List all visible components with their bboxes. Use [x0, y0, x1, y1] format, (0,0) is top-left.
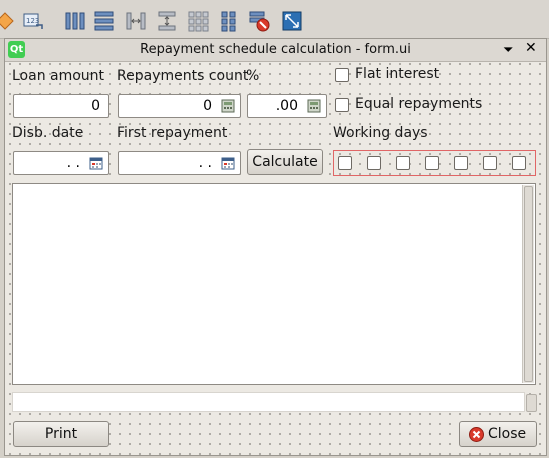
flat-interest-checkbox[interactable] [335, 68, 349, 82]
schedule-text-area[interactable] [12, 183, 536, 385]
window-menu-button[interactable]: ⏷ [504, 43, 513, 57]
layout-horizontal-splitter-icon[interactable] [125, 10, 147, 32]
working-day-checkbox[interactable] [338, 156, 352, 170]
percent-label: % [246, 68, 260, 84]
close-button[interactable]: Close [459, 421, 537, 447]
working-day-checkbox[interactable] [483, 156, 497, 170]
window-close-button[interactable]: ✕ [525, 40, 537, 56]
working-day-checkbox[interactable] [367, 156, 381, 170]
window-title: Repayment schedule calculation - form.ui [140, 42, 411, 57]
loan-amount-input[interactable]: 0 [13, 94, 109, 118]
first-repayment-label: First repayment [117, 125, 228, 141]
calculate-button[interactable]: Calculate [247, 149, 323, 175]
layout-grid-icon[interactable] [187, 10, 209, 32]
disb-date-label: Disb. date [12, 125, 84, 141]
edit-buddies-icon[interactable]: 123 [22, 10, 44, 32]
layout-horizontal-icon[interactable] [64, 10, 86, 32]
calculator-icon[interactable] [307, 99, 321, 113]
percent-value: .00 [275, 98, 298, 114]
adjust-size-icon[interactable] [281, 10, 303, 32]
working-day-checkbox[interactable] [396, 156, 410, 170]
equal-repayments-checkbox[interactable] [335, 98, 349, 112]
repayments-count-input[interactable]: 0 [118, 94, 241, 118]
repayments-count-value: 0 [203, 98, 212, 114]
calendar-icon[interactable] [221, 156, 235, 170]
equal-repayments-label: Equal repayments [355, 96, 483, 112]
summary-scrollbar[interactable] [526, 394, 537, 412]
vertical-scrollbar[interactable] [522, 185, 534, 383]
percent-input[interactable]: .00 [247, 94, 327, 118]
edit-tab-order-icon[interactable] [0, 10, 16, 32]
loan-amount-value: 0 [91, 98, 100, 114]
layout-form-icon[interactable] [218, 10, 240, 32]
close-button-label: Close [488, 426, 527, 442]
layout-vertical-splitter-icon[interactable] [156, 10, 178, 32]
designer-toolbar: 123 [0, 0, 549, 39]
svg-text:123: 123 [26, 17, 39, 25]
break-layout-icon[interactable] [248, 10, 270, 32]
first-repayment-value: . . [198, 155, 212, 171]
print-button[interactable]: Print [13, 421, 109, 447]
working-day-checkbox[interactable] [425, 156, 439, 170]
calendar-icon[interactable] [89, 156, 103, 170]
working-day-checkbox[interactable] [454, 156, 468, 170]
flat-interest-label: Flat interest [355, 66, 440, 82]
disb-date-value: . . [66, 155, 80, 171]
repayments-count-label: Repayments count [117, 68, 249, 84]
working-day-checkbox[interactable] [512, 156, 526, 170]
close-icon [469, 427, 484, 442]
form-window: Qt Repayment schedule calculation - form… [4, 38, 547, 456]
title-bar: Qt Repayment schedule calculation - form… [5, 39, 546, 62]
calculator-icon[interactable] [221, 99, 235, 113]
first-repayment-input[interactable]: . . [118, 151, 241, 175]
disb-date-input[interactable]: . . [13, 151, 109, 175]
working-days-label: Working days [333, 125, 428, 141]
layout-vertical-icon[interactable] [93, 10, 115, 32]
summary-line-field[interactable] [12, 392, 525, 412]
working-days-group [333, 150, 536, 176]
scrollbar-thumb[interactable] [524, 186, 533, 382]
loan-amount-label: Loan amount [12, 68, 105, 84]
